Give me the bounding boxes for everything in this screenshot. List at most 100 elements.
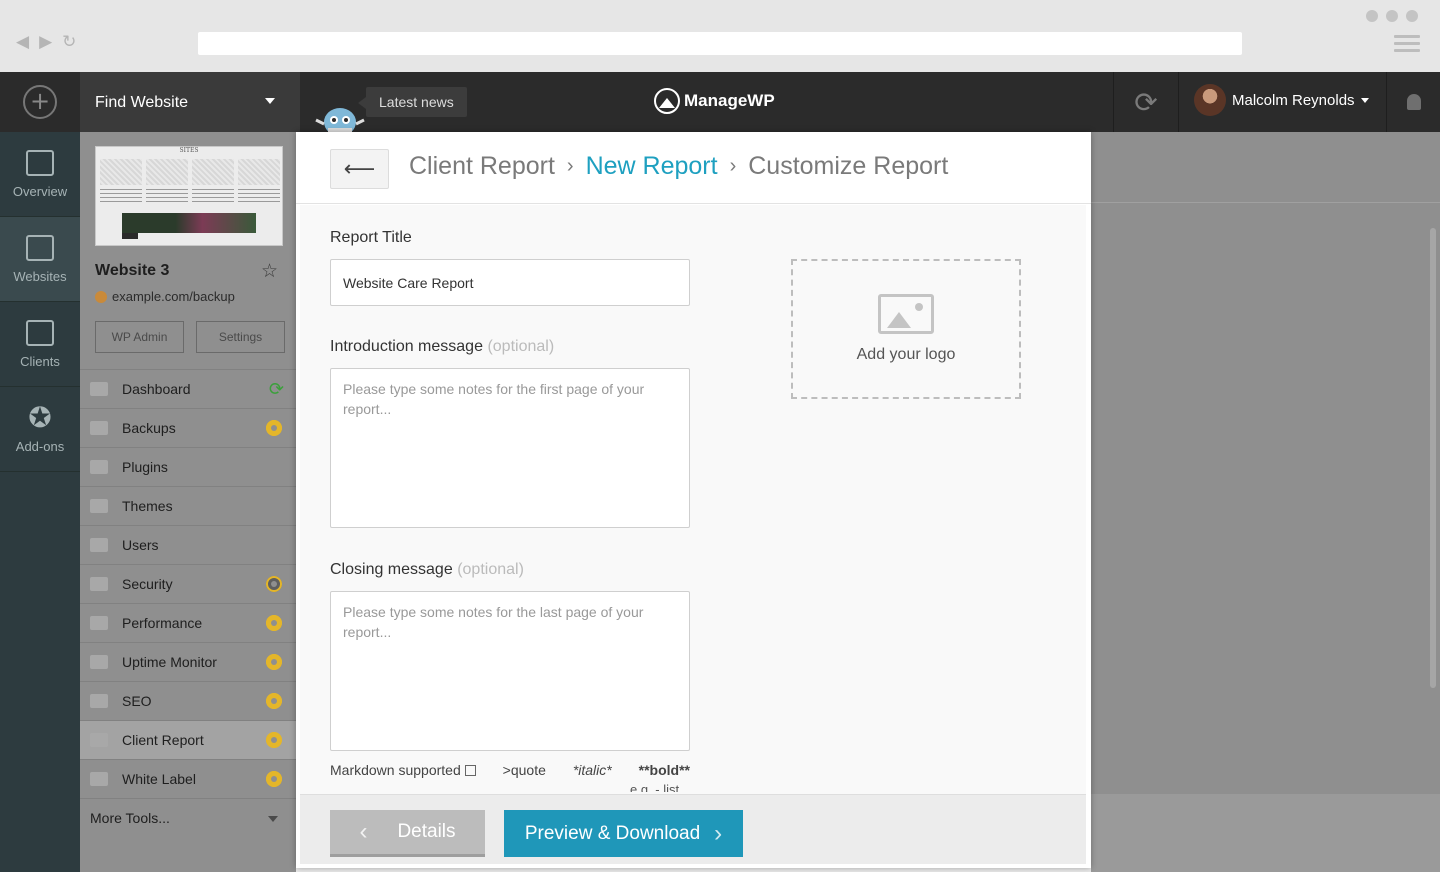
menu-item-client-report[interactable]: Client Report	[80, 720, 296, 759]
wp-admin-button[interactable]: WP Admin	[95, 321, 184, 353]
menu-item-white-label[interactable]: White Label	[80, 759, 296, 798]
closing-message-textarea[interactable]	[330, 591, 690, 751]
closing-label-text: Closing message	[330, 561, 453, 578]
forward-arrow-icon[interactable]: ▶	[39, 32, 52, 52]
backups-icon	[90, 421, 108, 435]
notifications-bell-icon[interactable]	[1386, 72, 1440, 132]
chevron-right-icon: ›	[566, 155, 574, 177]
nav-websites-label: Websites	[13, 268, 67, 284]
menu-item-plugins[interactable]: Plugins	[80, 447, 296, 486]
chevron-left-icon: ‹	[359, 818, 368, 845]
arrow-up-icon	[90, 655, 108, 669]
clients-icon	[26, 319, 54, 346]
thumbnail-title: SITES	[179, 147, 199, 154]
intro-optional-text: (optional)	[487, 338, 555, 355]
back-arrow-icon[interactable]: ◀	[16, 32, 29, 52]
tag-icon	[90, 772, 108, 786]
gear-icon	[266, 693, 282, 709]
menu-item-themes[interactable]: Themes	[80, 486, 296, 525]
external-link-icon	[464, 765, 476, 776]
palette-icon	[90, 499, 108, 513]
gear-icon	[266, 771, 282, 787]
intro-message-label: Introduction message (optional)	[330, 338, 554, 356]
preview-download-button[interactable]: Preview & Download ›	[504, 810, 743, 857]
megaphone-icon	[90, 694, 108, 708]
menu-label: Dashboard	[122, 381, 191, 397]
markdown-hints: Markdown supported >quote *italic* **bol…	[330, 762, 690, 778]
preview-button-label: Preview & Download	[524, 822, 701, 844]
back-button[interactable]: ⟵	[330, 149, 389, 189]
monitor-icon	[90, 382, 108, 396]
gear-icon	[266, 654, 282, 670]
chevron-down-icon	[268, 816, 278, 822]
md-bold-hint: **bold**	[638, 762, 690, 778]
menu-label: Performance	[122, 615, 203, 631]
browser-menu-icon[interactable]	[1394, 35, 1420, 56]
breadcrumb: Client Report › New Report › Customize R…	[409, 152, 948, 181]
md-quote-hint: >quote	[502, 762, 546, 778]
settings-button[interactable]: Settings	[196, 321, 285, 353]
sync-icon: ⟳	[268, 379, 284, 399]
menu-label: Uptime Monitor	[122, 654, 217, 670]
background-content	[1091, 132, 1440, 872]
website-url[interactable]: example.com/backup	[95, 289, 235, 304]
menu-item-seo[interactable]: SEO	[80, 681, 296, 720]
details-button-label: Details	[397, 821, 456, 842]
reload-icon[interactable]: ↻	[62, 32, 76, 52]
plus-icon: +	[23, 85, 57, 119]
browser-nav: ◀ ▶ ↻	[16, 32, 76, 52]
favorite-star-icon[interactable]: ☆	[261, 260, 278, 282]
menu-item-uptime-monitor[interactable]: Uptime Monitor	[80, 642, 296, 681]
markdown-supported-text: Markdown supported	[330, 762, 461, 778]
find-website-dropdown[interactable]: Find Website	[80, 72, 300, 132]
top-bar: + Find Website Latest news ManageWP ⟳ Ma…	[0, 72, 1440, 132]
add-website-button[interactable]: +	[0, 72, 80, 132]
chevron-down-icon	[1360, 97, 1369, 103]
plug-icon	[90, 460, 108, 474]
modal-header: ⟵ Client Report › New Report › Customize…	[296, 132, 1091, 204]
gear-icon	[266, 576, 282, 592]
menu-item-backups[interactable]: Backups	[80, 408, 296, 447]
nav-websites[interactable]: Websites	[0, 217, 80, 302]
intro-message-textarea[interactable]	[330, 368, 690, 528]
breadcrumb-client-report[interactable]: Client Report	[409, 152, 555, 181]
gear-icon	[266, 732, 282, 748]
image-placeholder-icon	[878, 294, 934, 334]
user-menu[interactable]: Malcolm Reynolds	[1194, 84, 1369, 116]
website-thumbnail[interactable]: SITES	[95, 146, 283, 246]
menu-label: Backups	[122, 420, 176, 436]
websites-icon	[26, 234, 54, 261]
menu-item-dashboard[interactable]: Dashboard ⟳	[80, 369, 296, 408]
nav-addons-label: Add-ons	[15, 438, 65, 454]
menu-item-users[interactable]: Users	[80, 525, 296, 564]
details-button[interactable]: ‹ Details	[330, 810, 485, 857]
md-list-hint: e.g. - list	[630, 782, 680, 792]
refresh-icon[interactable]: ⟳	[1113, 72, 1179, 132]
nav-addons[interactable]: ✪ Add-ons	[0, 387, 80, 472]
menu-item-security[interactable]: Security	[80, 564, 296, 603]
md-italic-hint: *italic*	[572, 762, 612, 778]
menu-item-performance[interactable]: Performance	[80, 603, 296, 642]
more-tools-dropdown[interactable]: More Tools...	[80, 798, 296, 837]
report-title-input[interactable]	[330, 259, 690, 306]
logo-text: ManageWP	[684, 91, 775, 110]
browser-chrome: ◀ ▶ ↻	[0, 0, 1440, 72]
latest-news-tooltip[interactable]: Latest news	[358, 87, 467, 117]
menu-label: SEO	[122, 693, 152, 709]
managewp-logo[interactable]: ManageWP	[654, 88, 775, 114]
breadcrumb-new-report[interactable]: New Report	[586, 152, 718, 181]
avatar	[1194, 84, 1226, 116]
more-tools-label: More Tools...	[90, 810, 170, 826]
nav-clients[interactable]: Clients	[0, 302, 80, 387]
website-menu: Dashboard ⟳ Backups Plugins Themes Users …	[80, 369, 296, 837]
add-logo-dropzone[interactable]: Add your logo	[791, 259, 1021, 399]
nav-clients-label: Clients	[20, 353, 60, 369]
report-title-label: Report Title	[330, 229, 412, 246]
gear-icon	[266, 420, 282, 436]
markdown-supported-link[interactable]: Markdown supported	[330, 762, 476, 778]
menu-label: Users	[122, 537, 159, 553]
shield-icon	[90, 577, 108, 591]
nav-overview[interactable]: Overview	[0, 132, 80, 217]
address-bar[interactable]	[198, 32, 1242, 55]
scrollbar[interactable]	[1430, 228, 1436, 688]
